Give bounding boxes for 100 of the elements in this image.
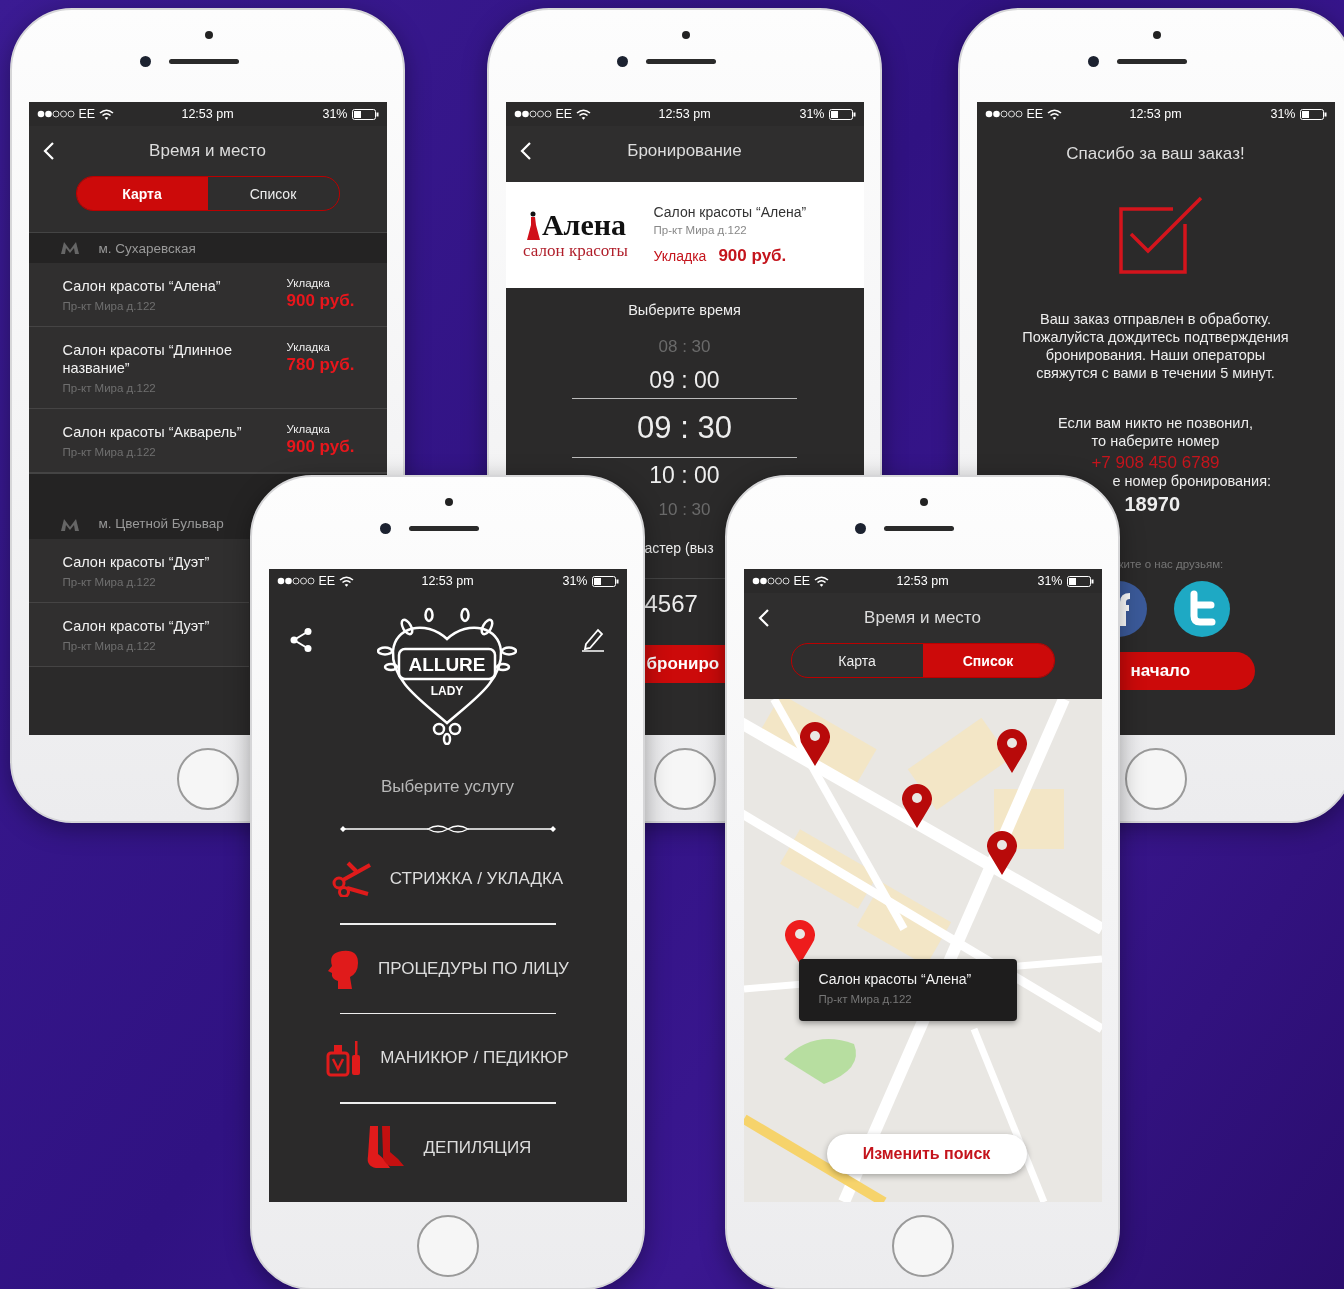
picker-label: Выберите время xyxy=(628,302,741,318)
salon-name: Салон красоты “Алена” xyxy=(62,277,222,295)
share-icon[interactable] xyxy=(288,627,313,653)
speaker-icon xyxy=(646,59,716,64)
salon-popup[interactable]: Салон красоты “Алена” Пр-кт Мира д.122 xyxy=(798,959,1017,1021)
signal-icon xyxy=(513,110,552,118)
salon-name: Салон красоты “Алена” xyxy=(653,204,807,220)
logo-text: Алена xyxy=(541,209,627,241)
price: 900 руб. xyxy=(286,437,356,457)
service-menu-item[interactable]: ПРОЦЕДУРЫ ПО ЛИЦУ xyxy=(268,924,627,1013)
dress-figure-icon xyxy=(524,211,541,241)
service-menu-item[interactable]: ДЕПИЛЯЦИЯ xyxy=(268,1103,627,1192)
time-option[interactable]: 09 : 00 xyxy=(649,363,720,398)
service-name: Укладка xyxy=(286,277,331,289)
sensor-icon xyxy=(445,498,453,506)
back-icon[interactable] xyxy=(42,141,55,161)
booking-number: 18970 xyxy=(1123,493,1182,516)
tab[interactable]: Карта xyxy=(76,177,208,210)
carrier-name: EE xyxy=(1026,107,1044,121)
status-time: 12:53 pm xyxy=(896,574,949,588)
screen-title: Бронирование xyxy=(627,141,742,161)
metro-station: м. Сухаревская xyxy=(98,240,196,256)
service-name: Укладка xyxy=(286,341,331,353)
service-menu-item[interactable]: МАНИКЮР / ПЕДИКЮР xyxy=(268,1014,627,1102)
camera-icon xyxy=(140,56,151,67)
back-icon[interactable] xyxy=(757,608,770,628)
battery-percent: 31% xyxy=(799,107,825,121)
signal-icon xyxy=(276,577,315,585)
sensor-icon xyxy=(205,31,213,39)
tab[interactable]: Список xyxy=(922,644,1054,677)
service-menu-item[interactable]: СТРИЖКА / УКЛАДКА xyxy=(268,835,627,923)
battery-icon xyxy=(351,108,379,120)
screen-title: Время и место xyxy=(149,141,266,161)
time-option[interactable]: 09 : 30 xyxy=(572,398,797,458)
camera-icon xyxy=(855,523,866,534)
battery-percent: 31% xyxy=(1037,574,1063,588)
map-pin-icon[interactable] xyxy=(986,831,1017,875)
screen-title: Время и место xyxy=(864,608,981,628)
salon-name: Салон красоты “Дуэт” xyxy=(62,553,211,571)
wifi-icon xyxy=(814,575,830,587)
nail-polish-icon xyxy=(326,1039,363,1077)
confirmation-message: Ваш заказ отправлен в обработку. Пожалуйста дождитесь подтверждения бронирования. Наши операторы свяжутся с вами в течении 5 минут. xyxy=(1021,310,1290,382)
metro-icon xyxy=(60,242,79,254)
tab[interactable]: Карта xyxy=(791,644,923,677)
status-time: 12:53 pm xyxy=(421,574,474,588)
scissors-icon xyxy=(331,861,372,897)
carrier-name: EE xyxy=(318,574,336,588)
battery-icon xyxy=(828,108,856,120)
carrier-name: EE xyxy=(793,574,811,588)
map-pin-icon[interactable] xyxy=(784,920,815,964)
salon-address: Пр-кт Мира д.122 xyxy=(62,446,157,458)
signal-icon xyxy=(751,577,790,585)
salon-address: Пр-кт Мира д.122 xyxy=(62,640,157,652)
salon-list-item[interactable]: Салон красоты “Дуэт” Пр-кт Мира д.122 xyxy=(28,603,249,667)
salon-list-item[interactable]: Салон красоты “Дуэт” Пр-кт Мира д.122 xyxy=(28,539,249,603)
battery-percent: 31% xyxy=(322,107,348,121)
price: 900 руб. xyxy=(718,246,787,266)
speaker-icon xyxy=(169,59,239,64)
map-pin-icon[interactable] xyxy=(901,784,932,828)
battery-icon xyxy=(591,575,619,587)
status-time: 12:53 pm xyxy=(658,107,711,121)
time-option[interactable]: 10 : 00 xyxy=(649,458,720,493)
wifi-icon xyxy=(1047,108,1063,120)
sensor-icon xyxy=(682,31,690,39)
salon-name: Салон красоты “Алена” xyxy=(818,971,973,987)
sensor-icon xyxy=(920,498,928,506)
service-name: Укладка xyxy=(653,248,707,264)
wifi-icon xyxy=(576,108,592,120)
wifi-icon xyxy=(99,108,115,120)
home-button-link[interactable]: начало xyxy=(1118,652,1255,690)
metro-icon xyxy=(60,519,79,531)
map-pin-icon[interactable] xyxy=(799,722,830,766)
carrier-name: EE xyxy=(555,107,573,121)
letter-t-icon[interactable] xyxy=(1172,580,1231,638)
ornament-icon xyxy=(339,823,556,835)
speaker-icon xyxy=(1117,59,1187,64)
head-silhouette-icon xyxy=(326,948,361,989)
back-icon[interactable] xyxy=(519,141,532,161)
edit-icon[interactable] xyxy=(580,627,605,653)
salon-address: Пр-кт Мира д.122 xyxy=(62,382,157,394)
salon-list-item[interactable]: Салон красоты “Длинное название” Пр-кт Мира д.122 Укладка 780 руб. xyxy=(28,327,387,409)
change-search-button[interactable]: Изменить поиск xyxy=(826,1134,1027,1174)
price: 900 руб. xyxy=(286,291,356,311)
camera-icon xyxy=(617,56,628,67)
salon-list-item[interactable]: Салон красоты “Акварель” Пр-кт Мира д.122 Укладка 900 руб. xyxy=(28,409,387,473)
salon-address: Пр-кт Мира д.122 xyxy=(62,576,157,588)
salon-address: Пр-кт Мира д.122 xyxy=(818,993,913,1005)
call-hint: Если вам никто не позвонил, то наберите номер xyxy=(1057,414,1254,450)
tab[interactable]: Список xyxy=(207,177,339,210)
battery-icon xyxy=(1066,575,1094,587)
signal-icon xyxy=(984,110,1023,118)
sensor-icon xyxy=(1153,31,1161,39)
booking-button[interactable]: брониро xyxy=(644,645,727,683)
signal-icon xyxy=(36,110,75,118)
logo-subtitle: салон красоты xyxy=(523,241,628,261)
metro-station: м. Цветной Бульвар xyxy=(98,516,224,531)
field-label: астер (выз xyxy=(644,540,715,556)
salon-list-item[interactable]: Салон красоты “Алена” Пр-кт Мира д.122 Укладка 900 руб. xyxy=(28,263,387,327)
logo-subtitle: LADY xyxy=(430,684,463,698)
salon-name: Салон красоты “Дуэт” xyxy=(62,617,211,635)
